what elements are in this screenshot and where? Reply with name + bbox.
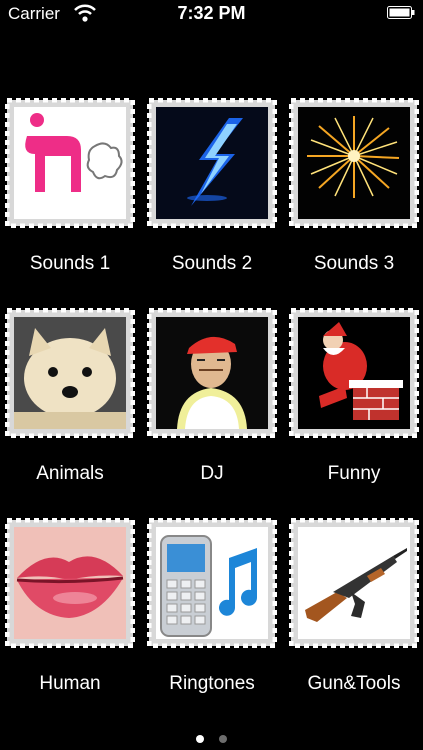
category-label: Sounds 2 — [171, 253, 253, 274]
page-dot[interactable] — [218, 735, 227, 743]
category-label: Animals — [36, 463, 104, 484]
page-control[interactable] — [0, 730, 423, 748]
status-bar: Carrier 7:32 PM — [0, 0, 423, 28]
category-label: Ringtones — [169, 673, 255, 694]
category-dj[interactable]: DJ — [147, 308, 277, 498]
category-sounds-3[interactable]: Sounds 3 — [289, 98, 419, 288]
battery-icon — [387, 6, 415, 19]
lips-icon[interactable] — [5, 518, 135, 648]
category-label: Sounds 3 — [313, 253, 395, 274]
fart-figure-icon[interactable] — [5, 98, 135, 228]
category-label: Gun&Tools — [307, 673, 401, 694]
category-label: DJ — [200, 463, 224, 484]
category-funny[interactable]: Funny — [289, 308, 419, 498]
page-dot-active[interactable] — [196, 735, 205, 743]
puppy-icon[interactable] — [5, 308, 135, 438]
category-ringtones[interactable]: Ringtones — [147, 518, 277, 708]
category-label: Human — [39, 673, 101, 694]
rifle-icon[interactable] — [289, 518, 419, 648]
dj-person-icon[interactable] — [147, 308, 277, 438]
category-sounds-1[interactable]: Sounds 1 — [5, 98, 135, 288]
clock: 7:32 PM — [177, 3, 246, 23]
lightning-icon[interactable] — [147, 98, 277, 228]
category-animals[interactable]: Animals — [5, 308, 135, 498]
santa-chimney-icon[interactable] — [289, 308, 419, 438]
category-label: Funny — [327, 463, 381, 484]
fireworks-icon[interactable] — [289, 98, 419, 228]
category-label: Sounds 1 — [29, 253, 111, 274]
phone-music-icon[interactable] — [147, 518, 277, 648]
category-sounds-2[interactable]: Sounds 2 — [147, 98, 277, 288]
category-human[interactable]: Human — [5, 518, 135, 708]
category-gun-tools[interactable]: Gun&Tools — [289, 518, 419, 708]
